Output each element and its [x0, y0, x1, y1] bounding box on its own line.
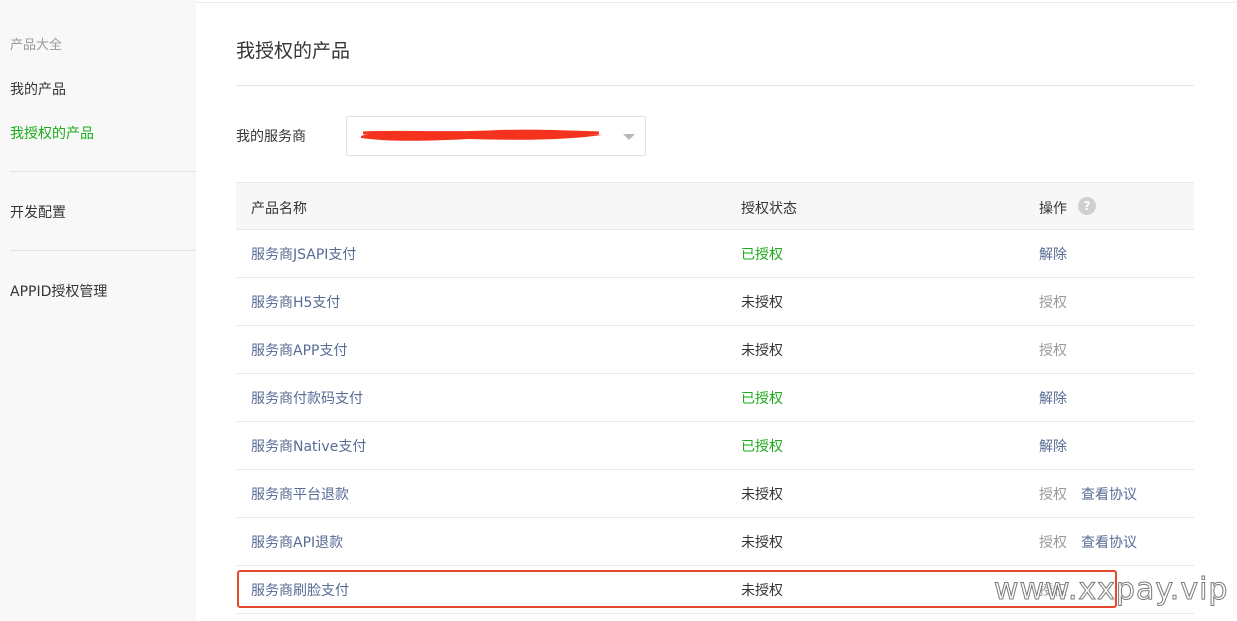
sidebar-item-authorized-products[interactable]: 我授权的产品: [10, 123, 94, 143]
products-table: 产品名称 授权状态 操作 ? 服务商JSAPI支付 已授权 解除 服务商H5支付 未授权…: [236, 182, 1194, 614]
product-name-link[interactable]: 服务商API退款: [251, 532, 343, 552]
product-name-link[interactable]: 服务商H5支付: [251, 292, 340, 312]
help-icon[interactable]: ?: [1078, 197, 1096, 215]
row-actions: 授权: [1039, 580, 1081, 600]
provider-label: 我的服务商: [236, 129, 306, 145]
table-row: 服务商刷脸支付 未授权 授权: [236, 566, 1194, 614]
table-row: 服务商APP支付 未授权 授权: [236, 326, 1194, 374]
authorize-button[interactable]: 授权: [1039, 295, 1067, 311]
product-name-link[interactable]: 服务商JSAPI支付: [251, 244, 356, 264]
authorize-button[interactable]: 授权: [1039, 535, 1067, 551]
product-name-link[interactable]: 服务商付款码支付: [251, 388, 363, 408]
page-title: 我授权的产品: [236, 40, 351, 62]
title-divider: [236, 85, 1194, 86]
sidebar-group-label: 产品大全: [10, 38, 63, 53]
revoke-button[interactable]: 解除: [1039, 247, 1067, 263]
table-row: 服务商API退款 未授权 授权 查看协议: [236, 518, 1194, 566]
header-actions: 操作: [1039, 201, 1067, 217]
chevron-down-icon: [623, 134, 635, 140]
product-name-link[interactable]: 服务商APP支付: [251, 340, 347, 360]
row-actions: 解除: [1039, 436, 1081, 456]
row-actions: 解除: [1039, 388, 1081, 408]
sidebar-divider: [10, 250, 196, 251]
table-row: 服务商Native支付 已授权 解除: [236, 422, 1194, 470]
table-header: 产品名称 授权状态 操作 ?: [236, 182, 1194, 230]
sidebar-divider: [10, 171, 196, 172]
view-agreement-link[interactable]: 查看协议: [1081, 535, 1137, 551]
sidebar-item-dev-config[interactable]: 开发配置: [10, 202, 66, 222]
header-product-name: 产品名称: [251, 201, 307, 217]
revoke-button[interactable]: 解除: [1039, 439, 1067, 455]
sidebar-item-my-products[interactable]: 我的产品: [10, 79, 66, 99]
auth-status: 未授权: [741, 487, 783, 503]
product-name-link[interactable]: 服务商刷脸支付: [251, 580, 349, 600]
auth-status: 已授权: [741, 391, 783, 407]
sidebar: 产品大全 我的产品 我授权的产品 开发配置 APPID授权管理: [0, 0, 196, 621]
row-actions: 解除: [1039, 244, 1081, 264]
sidebar-item-appid-auth[interactable]: APPID授权管理: [10, 281, 107, 301]
revoke-button[interactable]: 解除: [1039, 391, 1067, 407]
top-border: [196, 2, 1237, 3]
auth-status: 已授权: [741, 439, 783, 455]
auth-status: 未授权: [741, 343, 783, 359]
row-actions: 授权: [1039, 292, 1081, 312]
auth-status: 未授权: [741, 535, 783, 551]
header-auth-status: 授权状态: [741, 201, 797, 217]
row-actions: 授权: [1039, 340, 1081, 360]
auth-status: 未授权: [741, 583, 783, 599]
auth-status: 未授权: [741, 295, 783, 311]
redaction-mark: [361, 129, 602, 141]
view-agreement-link[interactable]: 查看协议: [1081, 487, 1137, 503]
authorize-button[interactable]: 授权: [1039, 343, 1067, 359]
provider-select[interactable]: [346, 116, 646, 156]
product-name-link[interactable]: 服务商平台退款: [251, 484, 349, 504]
table-row: 服务商JSAPI支付 已授权 解除: [236, 230, 1194, 278]
table-row: 服务商H5支付 未授权 授权: [236, 278, 1194, 326]
product-name-link[interactable]: 服务商Native支付: [251, 436, 366, 456]
row-actions: 授权 查看协议: [1039, 532, 1151, 552]
row-actions: 授权 查看协议: [1039, 484, 1151, 504]
authorize-button[interactable]: 授权: [1039, 487, 1067, 503]
table-row: 服务商付款码支付 已授权 解除: [236, 374, 1194, 422]
table-row: 服务商平台退款 未授权 授权 查看协议: [236, 470, 1194, 518]
authorize-button[interactable]: 授权: [1039, 583, 1067, 599]
table-body: 服务商JSAPI支付 已授权 解除 服务商H5支付 未授权 授权 服务商APP支付 未授权 授权…: [236, 230, 1194, 614]
auth-status: 已授权: [741, 247, 783, 263]
